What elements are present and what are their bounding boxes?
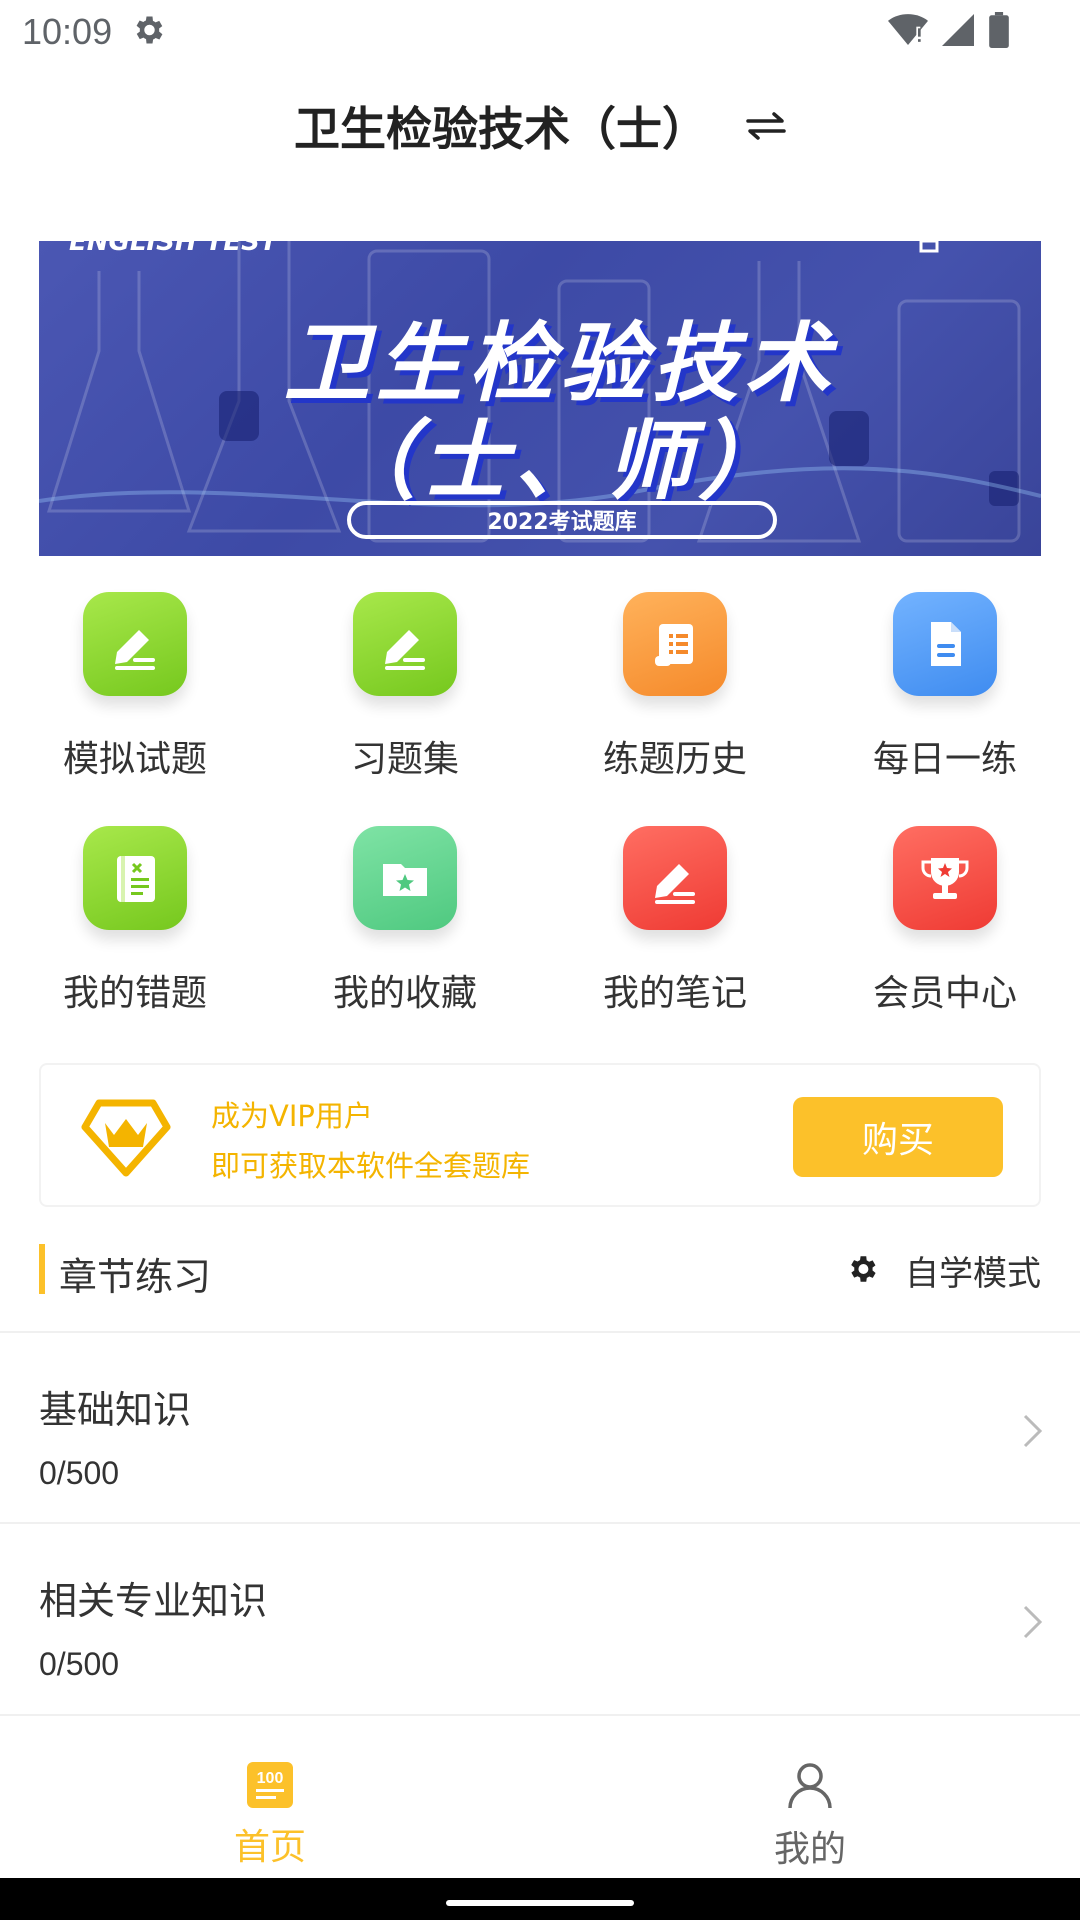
star-folder-icon — [353, 826, 457, 930]
vip-promo-card: 成为VIP用户 即可获取本软件全套题库 购买 — [39, 1063, 1041, 1207]
scroll-icon — [623, 592, 727, 696]
nav-me[interactable]: 我的 — [540, 1718, 1080, 1878]
swap-arrows-icon[interactable] — [746, 111, 786, 141]
pencil-icon — [623, 826, 727, 930]
page-header: 卫生检验技术（士） — [0, 80, 1080, 172]
svg-text:100: 100 — [257, 1770, 284, 1787]
status-right — [888, 12, 1044, 52]
nav-home-label: 首页 — [233, 1827, 306, 1868]
chapter-name: 基础知识 — [39, 1388, 192, 1432]
pencil-icon — [83, 592, 187, 696]
grid-item-daily-practice[interactable]: 每日一练 — [810, 592, 1080, 826]
nav-home[interactable]: 100 首页 — [0, 1718, 540, 1878]
grid-item-mock-exam[interactable]: 模拟试题 — [0, 592, 270, 826]
grid-item-wrong-questions[interactable]: 我的错题 — [0, 826, 270, 1060]
chapter-row-basic-knowledge[interactable]: 基础知识 0/500 — [0, 1333, 1080, 1523]
grid-item-practice-history[interactable]: 练题历史 — [540, 592, 810, 826]
chevron-right-icon — [1022, 1413, 1044, 1453]
grid-label: 练题历史 — [602, 739, 747, 780]
battery-icon — [988, 12, 1010, 52]
banner-pill: 2022考试题库 — [347, 501, 777, 539]
status-left: 10:09 — [22, 11, 166, 53]
document-icon — [893, 592, 997, 696]
signal-icon — [942, 13, 974, 51]
chapter-practice-header: 章节练习 自学模式 — [39, 1242, 1041, 1299]
user-icon — [787, 1762, 833, 1814]
divider — [0, 1714, 1080, 1716]
grid-label: 习题集 — [350, 739, 459, 780]
section-title: 章节练习 — [59, 1255, 212, 1299]
bottom-navigation: 100 首页 我的 — [0, 1718, 1080, 1878]
grid-item-member-center[interactable]: 会员中心 — [810, 826, 1080, 1060]
gear-icon — [130, 12, 166, 52]
crown-diamond-icon — [81, 1097, 171, 1181]
grid-item-notes[interactable]: 我的笔记 — [540, 826, 810, 1060]
trophy-icon — [893, 826, 997, 930]
pencil-icon — [353, 592, 457, 696]
status-bar: 10:09 — [0, 0, 1080, 64]
vip-headline: 成为VIP用户 — [211, 1099, 373, 1133]
grid-label: 我的错题 — [62, 973, 207, 1014]
grid-item-exercise-set[interactable]: 习题集 — [270, 592, 540, 826]
banner-top-text: ENGLISH TEST — [69, 241, 278, 257]
vip-subtext: 即可获取本软件全套题库 — [211, 1149, 531, 1183]
chapter-progress: 0/500 — [39, 1646, 120, 1682]
grid-label: 模拟试题 — [62, 739, 207, 780]
mode-label: 自学模式 — [905, 1254, 1041, 1294]
feature-grid: 模拟试题 习题集 练题历史 每日一练 我的错题 我的收藏 我的笔记 会员中心 — [0, 592, 1080, 1060]
grid-label: 我的收藏 — [332, 973, 477, 1014]
buy-button[interactable]: 购买 — [793, 1097, 1003, 1177]
grid-label: 会员中心 — [872, 973, 1017, 1014]
gear-icon — [845, 1252, 879, 1290]
wifi-icon — [888, 13, 928, 51]
grid-item-favorites[interactable]: 我的收藏 — [270, 826, 540, 1060]
grid-label: 每日一练 — [872, 739, 1017, 780]
self-study-mode-toggle[interactable]: 自学模式 — [845, 1246, 1041, 1295]
home-gesture-handle[interactable] — [446, 1900, 634, 1906]
nav-me-label: 我的 — [773, 1829, 846, 1870]
home-score-icon: 100 — [247, 1762, 293, 1812]
chapter-row-related-knowledge[interactable]: 相关专业知识 0/500 — [0, 1524, 1080, 1714]
promo-banner[interactable]: ENGLISH TEST 卫生检验技术 （士、师） 2022考试题库 — [39, 241, 1041, 556]
chapter-progress: 0/500 — [39, 1455, 120, 1491]
chevron-right-icon — [1022, 1604, 1044, 1644]
notebook-icon — [83, 826, 187, 930]
chapter-name: 相关专业知识 — [39, 1579, 268, 1623]
system-gesture-bar — [0, 1878, 1080, 1920]
status-time: 10:09 — [22, 11, 113, 52]
grid-label: 我的笔记 — [602, 973, 747, 1014]
banner-title-line2: （士、师） — [330, 412, 790, 512]
section-accent-bar — [39, 1244, 45, 1294]
page-title: 卫生检验技术（士） — [294, 102, 708, 156]
app-screen: 10:09 卫生检验技术（士） ENGLISH TEST 卫生检验技术 （士、师… — [0, 0, 1080, 1920]
